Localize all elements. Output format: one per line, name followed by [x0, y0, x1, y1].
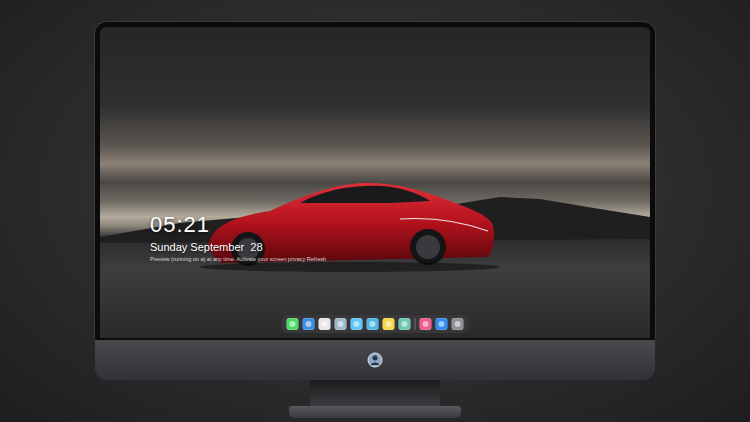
desktop-mockup: 05:21 Sunday September 28 Preview (runni…: [0, 0, 750, 422]
notice: Preview (running on a) at any time. Acti…: [150, 256, 326, 264]
monitor-stand: [310, 380, 440, 406]
dock: [282, 315, 469, 333]
clock: 05:21: [150, 213, 326, 237]
dock-separator: [415, 318, 416, 330]
dock-app-icon[interactable]: [399, 318, 411, 330]
lock-info: 05:21 Sunday September 28 Preview (runni…: [150, 213, 326, 264]
dock-app-icon[interactable]: [452, 318, 464, 330]
dock-app-icon[interactable]: [287, 318, 299, 330]
dock-app-icon[interactable]: [303, 318, 315, 330]
dock-app-icon[interactable]: [383, 318, 395, 330]
monitor-bezel: 05:21 Sunday September 28 Preview (runni…: [95, 22, 655, 340]
monitor-base: [289, 406, 461, 418]
dock-app-icon[interactable]: [420, 318, 432, 330]
wallpaper-car-icon: [100, 27, 650, 338]
lock-screen[interactable]: 05:21 Sunday September 28 Preview (runni…: [100, 27, 650, 338]
monitor-chin: [95, 340, 655, 380]
date: Sunday September 28: [150, 240, 326, 254]
brand-logo-icon: [367, 352, 383, 368]
dock-app-icon[interactable]: [351, 318, 363, 330]
dock-app-icon[interactable]: [367, 318, 379, 330]
monitor: 05:21 Sunday September 28 Preview (runni…: [95, 22, 655, 422]
dock-app-icon[interactable]: [319, 318, 331, 330]
dock-app-icon[interactable]: [335, 318, 347, 330]
dock-app-icon[interactable]: [436, 318, 448, 330]
